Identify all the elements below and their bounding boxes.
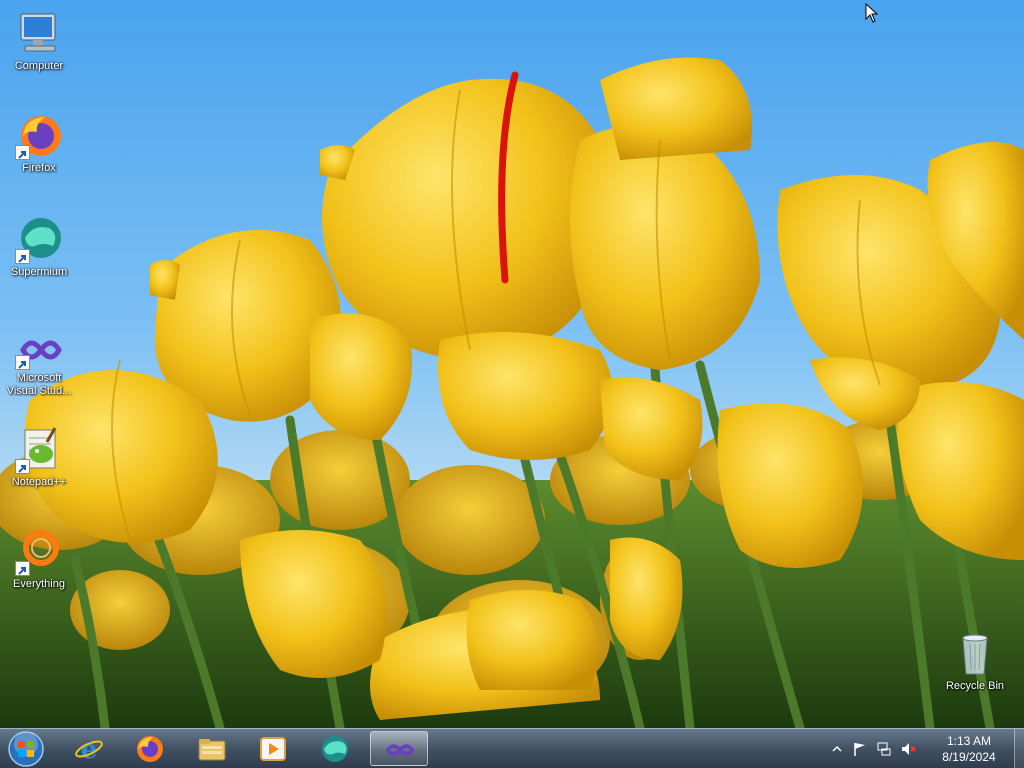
desktop-icon-firefox[interactable]: Firefox [1,112,77,175]
shortcut-arrow-icon [15,145,30,160]
visual-studio-icon [385,744,415,756]
taskbar-visual-studio[interactable] [370,731,428,766]
clock-date: 8/19/2024 [942,750,996,764]
volume-muted-icon[interactable] [900,741,916,761]
computer-icon [15,10,63,58]
desktop-icon-recycle-bin[interactable]: Recycle Bin [937,630,1013,693]
start-button[interactable] [4,730,48,768]
show-desktop-button[interactable] [1014,729,1024,768]
taskbar-supermium[interactable] [306,731,364,766]
shortcut-arrow-icon [15,561,30,576]
desktop-icon-label: Supermium [10,266,68,278]
desktop-icon-visual-studio[interactable]: Microsoft Visual Stud... [1,330,77,398]
everything-search-icon [15,528,63,576]
system-tray: 1:13 AM 8/19/2024 [832,729,1012,768]
show-hidden-icons-chevron[interactable] [832,741,842,760]
taskbar-file-explorer[interactable] [183,731,241,766]
desktop-icon-everything[interactable]: Everything [1,528,77,591]
shortcut-arrow-icon [15,249,30,264]
desktop-icon-label: Firefox [22,162,56,174]
mouse-cursor-icon [865,2,879,27]
internet-explorer-icon: e [75,735,103,764]
taskbar: e 1:13 AM 8/19/2024 [0,728,1024,768]
desktop-icon-computer[interactable]: Computer [1,10,77,73]
firefox-icon [137,736,163,762]
clock-time: 1:13 AM [946,734,992,748]
network-icon[interactable] [876,741,892,761]
taskbar-internet-explorer[interactable]: e [60,731,118,766]
desktop-icon-label: Everything [13,578,65,590]
desktop-icon-notepad-plus-plus[interactable]: Notepad++ [1,426,77,489]
firefox-icon [15,112,63,160]
supermium-icon [15,216,63,264]
action-center-flag-icon[interactable] [852,741,868,761]
taskbar-firefox[interactable] [121,731,179,766]
file-explorer-icon [198,739,226,761]
recycle-bin-icon [951,630,999,678]
media-player-icon [260,737,286,761]
desktop-icon-label: Notepad++ [11,476,67,488]
desktop-icon-label: Recycle Bin [945,680,1005,692]
supermium-icon [322,736,348,762]
desktop-icon-supermium[interactable]: Supermium [1,216,77,279]
shortcut-arrow-icon [15,459,30,474]
taskbar-media-player[interactable] [244,731,302,766]
svg-text:e: e [81,735,98,764]
shortcut-arrow-icon [15,355,30,370]
visual-studio-icon [15,330,63,370]
desktop-icon-label: Computer [14,60,64,72]
taskbar-clock[interactable]: 1:13 AM 8/19/2024 [934,733,1004,765]
desktop-wallpaper [0,0,1024,728]
tulip-field-image [0,57,1024,728]
desktop-icon-label: Microsoft Visual Stud... [6,372,72,397]
windows-logo-icon [8,731,44,767]
notepad-plus-plus-icon [15,426,63,474]
